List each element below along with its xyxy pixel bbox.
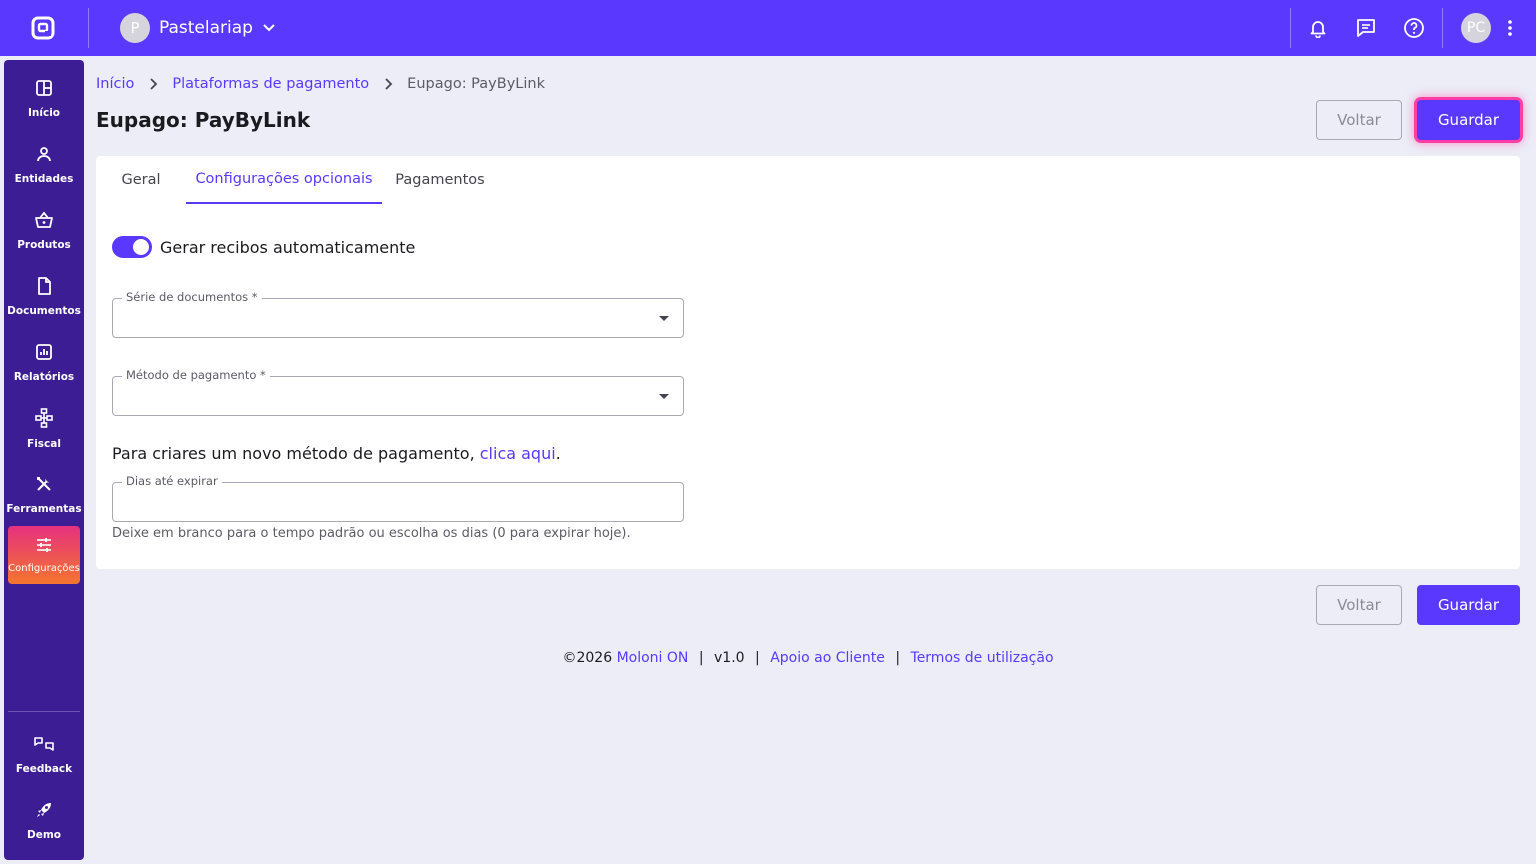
dropdown-arrow-icon	[659, 316, 669, 321]
tab-pagamentos[interactable]: Pagamentos	[390, 156, 490, 204]
settings-card: Geral Configurações opcionais Pagamentos…	[96, 156, 1520, 569]
sidebar-item-label: Documentos	[7, 305, 81, 317]
help-icon[interactable]	[1402, 16, 1426, 40]
bell-icon[interactable]	[1306, 16, 1330, 40]
back-button[interactable]: Voltar	[1316, 100, 1402, 140]
sidebar-item-fiscal[interactable]: Fiscal	[8, 400, 80, 458]
sidebar-item-feedback[interactable]: Feedback	[8, 726, 80, 784]
sidebar-item-demo[interactable]: Demo	[8, 792, 80, 850]
footer-copyright: ©2026	[562, 650, 613, 666]
company-selector[interactable]: P Pastelariap	[120, 13, 276, 43]
sliders-icon	[35, 537, 53, 557]
chevron-down-icon	[262, 19, 276, 38]
breadcrumb-current: Eupago: PayByLink	[407, 76, 545, 92]
sidebar-item-configuracoes[interactable]: Configurações	[8, 526, 80, 584]
days-to-expire-hint: Deixe em branco para o tempo padrão ou e…	[112, 526, 631, 541]
footer-separator: |	[698, 650, 704, 666]
topbar-divider	[1290, 8, 1291, 48]
network-icon	[35, 408, 53, 432]
chat-icon[interactable]	[1354, 16, 1378, 40]
sidebar-divider	[8, 711, 80, 712]
sidebar-item-label: Configurações	[8, 562, 80, 574]
chevron-right-icon	[383, 78, 393, 90]
user-icon	[35, 145, 53, 167]
topbar-divider	[1442, 8, 1443, 48]
topbar-divider	[88, 8, 89, 48]
feedback-icon	[33, 735, 55, 757]
tab-configuracoes-opcionais[interactable]: Configurações opcionais	[186, 156, 382, 204]
sidebar-item-label: Ferramentas	[6, 503, 82, 515]
top-bar: P Pastelariap PC	[0, 0, 1536, 56]
save-button[interactable]: Guardar	[1417, 100, 1520, 140]
dashboard-icon	[35, 79, 53, 101]
info-text-prefix: Para criares um novo método de pagamento…	[112, 444, 480, 463]
sidebar-item-label: Feedback	[15, 763, 73, 775]
breadcrumb: Início Plataformas de pagamento Eupago: …	[96, 74, 545, 94]
breadcrumb-parent-link[interactable]: Plataformas de pagamento	[172, 76, 369, 92]
footer-support-link[interactable]: Apoio ao Cliente	[770, 650, 885, 666]
breadcrumb-home-link[interactable]: Início	[96, 76, 134, 92]
chevron-right-icon	[148, 78, 158, 90]
sidebar-item-documentos[interactable]: Documentos	[7, 268, 81, 326]
back-button-bottom[interactable]: Voltar	[1316, 585, 1402, 625]
save-button-bottom[interactable]: Guardar	[1417, 585, 1520, 625]
footer-terms-link[interactable]: Termos de utilização	[911, 650, 1054, 666]
more-options-icon[interactable]	[1502, 16, 1518, 40]
info-text-suffix: .	[555, 444, 561, 463]
footer-separator: |	[755, 650, 760, 666]
user-avatar[interactable]: PC	[1461, 13, 1491, 43]
footer: ©2026 Moloni ON | v1.0 | Apoio ao Client…	[0, 650, 1536, 666]
company-avatar: P	[120, 13, 150, 43]
sidebar-item-label: Entidades	[14, 173, 74, 185]
document-series-label: Série de documentos *	[122, 290, 262, 304]
sidebar: Início Entidades Produtos Documentos Rel…	[4, 60, 84, 860]
sidebar-item-label: Relatórios	[13, 371, 75, 383]
rocket-icon	[35, 801, 53, 823]
days-to-expire-field[interactable]: Dias até expirar	[112, 474, 684, 522]
sidebar-item-produtos[interactable]: Produtos	[8, 202, 80, 260]
document-series-select[interactable]: Série de documentos *	[112, 290, 684, 338]
dropdown-arrow-icon	[659, 394, 669, 399]
sidebar-item-label: Fiscal	[27, 438, 61, 450]
footer-version: v1.0	[714, 650, 745, 666]
document-icon	[36, 277, 52, 299]
days-to-expire-input[interactable]	[113, 483, 683, 521]
sidebar-item-ferramentas[interactable]: Ferramentas	[6, 466, 82, 524]
company-name: Pastelariap	[159, 18, 253, 38]
moloni-logo-icon[interactable]	[29, 14, 57, 42]
basket-icon	[34, 211, 54, 233]
auto-receipts-label: Gerar recibos automaticamente	[160, 237, 416, 257]
create-payment-method-link[interactable]: clica aqui	[480, 444, 556, 463]
sidebar-item-inicio[interactable]: Início	[8, 70, 80, 128]
footer-brand-link[interactable]: Moloni ON	[617, 650, 689, 666]
page-title: Eupago: PayByLink	[96, 108, 311, 132]
chart-icon	[35, 343, 53, 365]
auto-receipts-toggle[interactable]	[112, 236, 152, 258]
create-payment-method-info: Para criares um novo método de pagamento…	[112, 444, 561, 463]
sidebar-item-label: Demo	[27, 829, 61, 841]
toggle-knob	[133, 239, 149, 255]
sidebar-item-label: Produtos	[17, 239, 71, 251]
footer-separator: |	[895, 650, 901, 666]
sidebar-item-label: Início	[27, 107, 61, 119]
tab-geral[interactable]: Geral	[112, 156, 170, 204]
sidebar-item-relatorios[interactable]: Relatórios	[8, 334, 80, 392]
payment-method-label: Método de pagamento *	[122, 368, 270, 382]
payment-method-select[interactable]: Método de pagamento *	[112, 368, 684, 416]
sidebar-item-entidades[interactable]: Entidades	[8, 136, 80, 194]
auto-receipts-toggle-row[interactable]: Gerar recibos automaticamente	[112, 236, 415, 258]
tools-icon	[35, 475, 53, 497]
